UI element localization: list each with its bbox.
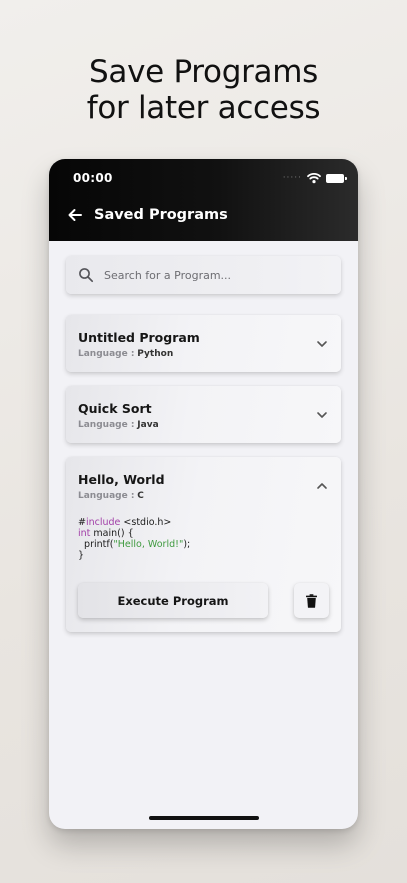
- search-icon: [78, 267, 94, 283]
- search-input[interactable]: [104, 256, 334, 294]
- home-indicator: [149, 816, 259, 820]
- expand-button[interactable]: [315, 337, 329, 351]
- signal-dots: ·····: [282, 173, 302, 183]
- program-language: Language : Java: [78, 420, 159, 430]
- program-card-quick-sort[interactable]: Quick Sort Language : Java: [66, 386, 341, 443]
- code-keyword: int: [78, 528, 91, 539]
- back-button[interactable]: [66, 206, 84, 224]
- expand-button[interactable]: [315, 408, 329, 422]
- wifi-icon: [307, 173, 321, 184]
- language-label: Language :: [78, 491, 135, 501]
- code-token: #: [78, 517, 86, 528]
- screen-title: Saved Programs: [94, 207, 228, 223]
- program-card-untitled-program[interactable]: Untitled Program Language : Python: [66, 315, 341, 372]
- code-token: <stdio.h>: [120, 517, 172, 528]
- promo-headline-line-2: for later access: [86, 90, 321, 126]
- arrow-left-icon: [68, 209, 82, 221]
- language-label: Language :: [78, 420, 135, 430]
- chevron-up-icon: [317, 483, 327, 489]
- code-token: printf(: [78, 539, 114, 550]
- program-title: Hello, World: [78, 472, 165, 487]
- code-preview: #include <stdio.h> int main() { printf("…: [78, 517, 190, 561]
- language-label: Language :: [78, 349, 135, 359]
- program-title: Untitled Program: [78, 330, 200, 345]
- collapse-button[interactable]: [315, 479, 329, 493]
- phone-screen: 00:00 ····· Saved Programs Untitl: [49, 159, 358, 829]
- language-value: C: [137, 491, 144, 501]
- language-value: Python: [137, 349, 174, 359]
- program-language: Language : Python: [78, 349, 173, 359]
- execute-program-button[interactable]: Execute Program: [78, 583, 268, 618]
- program-language: Language : C: [78, 491, 144, 501]
- code-token: }: [78, 550, 85, 561]
- promo-headline: Save Programs for later access: [0, 54, 407, 126]
- chevron-down-icon: [317, 412, 327, 418]
- battery-icon: [326, 173, 347, 183]
- status-icons: ·····: [282, 171, 347, 185]
- language-value: Java: [137, 420, 159, 430]
- delete-program-button[interactable]: [294, 583, 329, 618]
- code-token: );: [183, 539, 191, 550]
- program-card-hello-world[interactable]: Hello, World Language : C #include <stdi…: [66, 457, 341, 632]
- promo-headline-line-1: Save Programs: [89, 54, 318, 90]
- code-keyword: include: [85, 517, 121, 528]
- chevron-down-icon: [317, 341, 327, 347]
- code-string: "Hello, World!": [113, 539, 184, 550]
- code-token: main() {: [90, 528, 134, 539]
- trash-icon: [306, 593, 317, 608]
- program-title: Quick Sort: [78, 401, 152, 416]
- search-bar[interactable]: [66, 256, 341, 294]
- status-time: 00:00: [73, 171, 113, 185]
- app-header: 00:00 ····· Saved Programs: [49, 159, 358, 241]
